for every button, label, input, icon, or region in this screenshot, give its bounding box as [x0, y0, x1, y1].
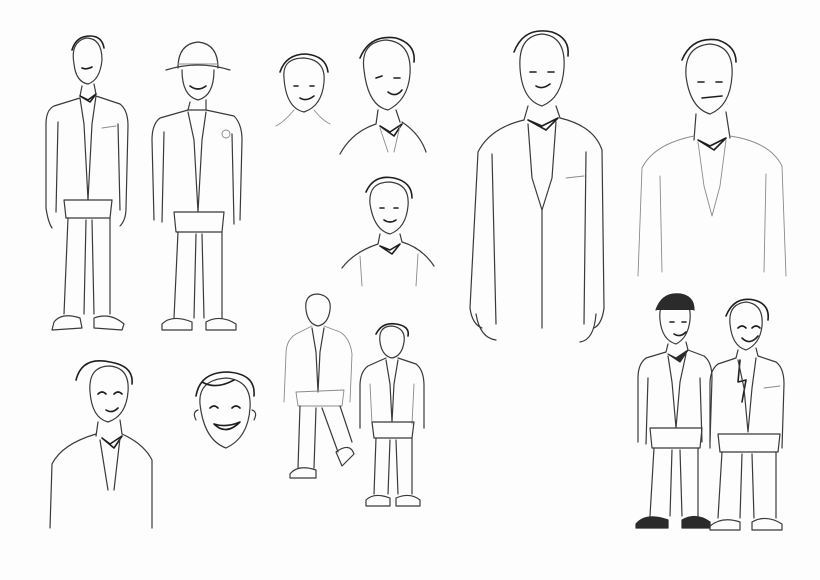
walking-figure-sketch: [283, 293, 355, 479]
two-men-in-suits-pair: [635, 293, 785, 531]
smiling-face-study: [193, 371, 257, 449]
large-suit-torso-study: [469, 30, 605, 343]
small-bust-study-bowtie: [341, 176, 435, 287]
standing-man-fedora-full-body: [151, 41, 243, 331]
suit-torso-light-sketch: [637, 38, 787, 277]
character-sketch-sheet: [0, 0, 820, 580]
head-and-bowtie-bust-study: [339, 36, 427, 155]
bust-study-lower-left: [49, 360, 153, 529]
standing-man-bowtie-full-body: [45, 35, 129, 331]
standing-figure-hands-in-pockets: [359, 322, 425, 507]
